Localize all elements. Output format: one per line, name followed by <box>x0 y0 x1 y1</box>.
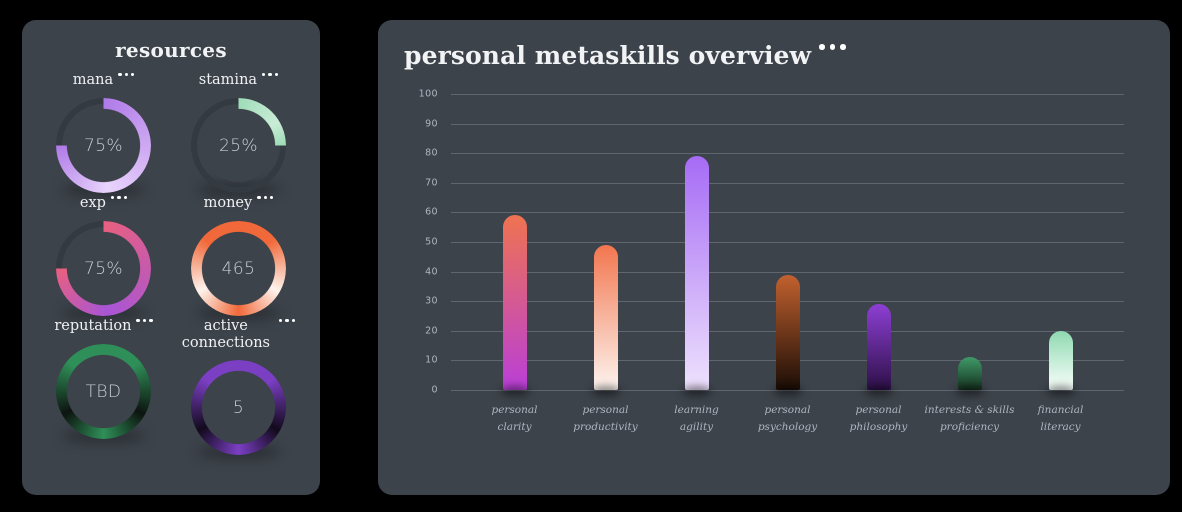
metric-label: exp <box>79 195 106 211</box>
donut-gauge[interactable]: 5 <box>191 360 286 459</box>
metric-stamina: stamina 25% <box>171 72 306 197</box>
bar-column[interactable] <box>560 94 651 390</box>
ellipsis-icon[interactable] <box>262 73 279 77</box>
y-axis-tick: 80 <box>425 147 438 159</box>
bar[interactable] <box>593 244 618 390</box>
y-axis-tick: 50 <box>425 236 438 248</box>
y-axis-tick: 90 <box>425 118 438 130</box>
y-axis-tick: 70 <box>425 177 438 189</box>
metric-reputation: reputation TBD <box>36 318 171 455</box>
donut-gauge[interactable]: 75% <box>56 98 151 197</box>
bar[interactable] <box>1048 330 1073 390</box>
panel-title: resources <box>115 38 227 62</box>
bar-column[interactable] <box>469 94 560 390</box>
chart-header: personal metaskills overview <box>396 42 1146 70</box>
donut-gauge[interactable]: 75% <box>56 221 151 320</box>
y-axis-tick: 10 <box>425 354 438 366</box>
bar-column[interactable] <box>924 94 1015 390</box>
x-axis-labels: personal clarity personal productivity lea… <box>451 402 1124 436</box>
x-axis-label: financial literacy <box>1037 404 1084 433</box>
x-axis-label: learning agility <box>674 404 719 433</box>
metric-money: money 465 <box>171 195 306 320</box>
metric-value: 5 <box>232 397 245 418</box>
metric-grid: mana 75% stamina 25% exp 75% money 465 reputatio… <box>36 72 306 459</box>
bar[interactable] <box>775 274 800 390</box>
bar[interactable] <box>684 156 709 390</box>
metric-label: mana <box>72 72 114 88</box>
metric-value: 25% <box>219 135 258 156</box>
resources-panel: resources mana 75% stamina 25% exp 75% money 46… <box>22 20 320 495</box>
chart-title: personal metaskills overview <box>404 41 812 70</box>
metric-value: 465 <box>221 258 256 279</box>
metric-head: stamina <box>198 72 279 94</box>
metric-label: active connections <box>181 318 271 351</box>
ellipsis-icon[interactable] <box>257 196 274 200</box>
chart-panel: personal metaskills overview 100 90 80 70 60… <box>378 20 1170 495</box>
x-axis-label: interests & skills proficiency <box>924 404 1015 433</box>
metric-head: exp <box>79 195 128 217</box>
bar[interactable] <box>866 304 891 390</box>
y-axis-tick: 100 <box>418 88 438 100</box>
y-axis-tick: 40 <box>425 266 438 278</box>
ellipsis-icon[interactable] <box>110 196 128 200</box>
ellipsis-icon[interactable] <box>819 44 846 50</box>
ellipsis-icon[interactable] <box>118 73 135 77</box>
y-axis-tick: 30 <box>425 295 438 307</box>
bar-series <box>451 94 1124 390</box>
donut-gauge[interactable]: TBD <box>56 344 151 443</box>
metric-value: TBD <box>85 381 122 402</box>
bar-column[interactable] <box>833 94 924 390</box>
metric-exp: exp 75% <box>36 195 171 320</box>
ellipsis-icon[interactable] <box>136 319 153 323</box>
bar-column[interactable] <box>651 94 742 390</box>
metric-head: reputation <box>54 318 153 340</box>
donut-gauge[interactable]: 25% <box>191 98 286 197</box>
ellipsis-icon[interactable] <box>279 319 296 323</box>
metric-head: mana <box>73 72 135 94</box>
metric-label: money <box>203 195 253 211</box>
bar-column[interactable] <box>1015 94 1106 390</box>
metric-value: 75% <box>84 135 123 156</box>
x-axis-label: personal clarity <box>491 404 538 433</box>
metric-label: stamina <box>198 72 258 88</box>
x-axis-label: personal productivity <box>573 404 638 433</box>
bar-column[interactable] <box>742 94 833 390</box>
y-axis-tick: 60 <box>425 206 438 218</box>
metric-active-connections: active connections 5 <box>171 318 306 459</box>
metric-head: active connections <box>181 318 296 356</box>
metric-label: reputation <box>54 318 132 334</box>
metric-value: 75% <box>84 258 123 279</box>
y-axis: 100 90 80 70 60 50 40 30 20 10 0 <box>396 89 438 396</box>
donut-gauge[interactable]: 465 <box>191 221 286 320</box>
x-axis-label: personal philosophy <box>849 404 908 433</box>
bar[interactable] <box>502 215 527 390</box>
metric-mana: mana 75% <box>36 72 171 197</box>
y-axis-tick: 0 <box>431 384 438 396</box>
metric-head: money <box>204 195 274 217</box>
x-axis-label: personal psychology <box>757 404 818 433</box>
bar[interactable] <box>957 357 982 390</box>
plot-grid <box>451 94 1124 391</box>
y-axis-tick: 20 <box>425 325 438 337</box>
plot-area: 100 90 80 70 60 50 40 30 20 10 0 personal clarity p… <box>396 89 1146 454</box>
